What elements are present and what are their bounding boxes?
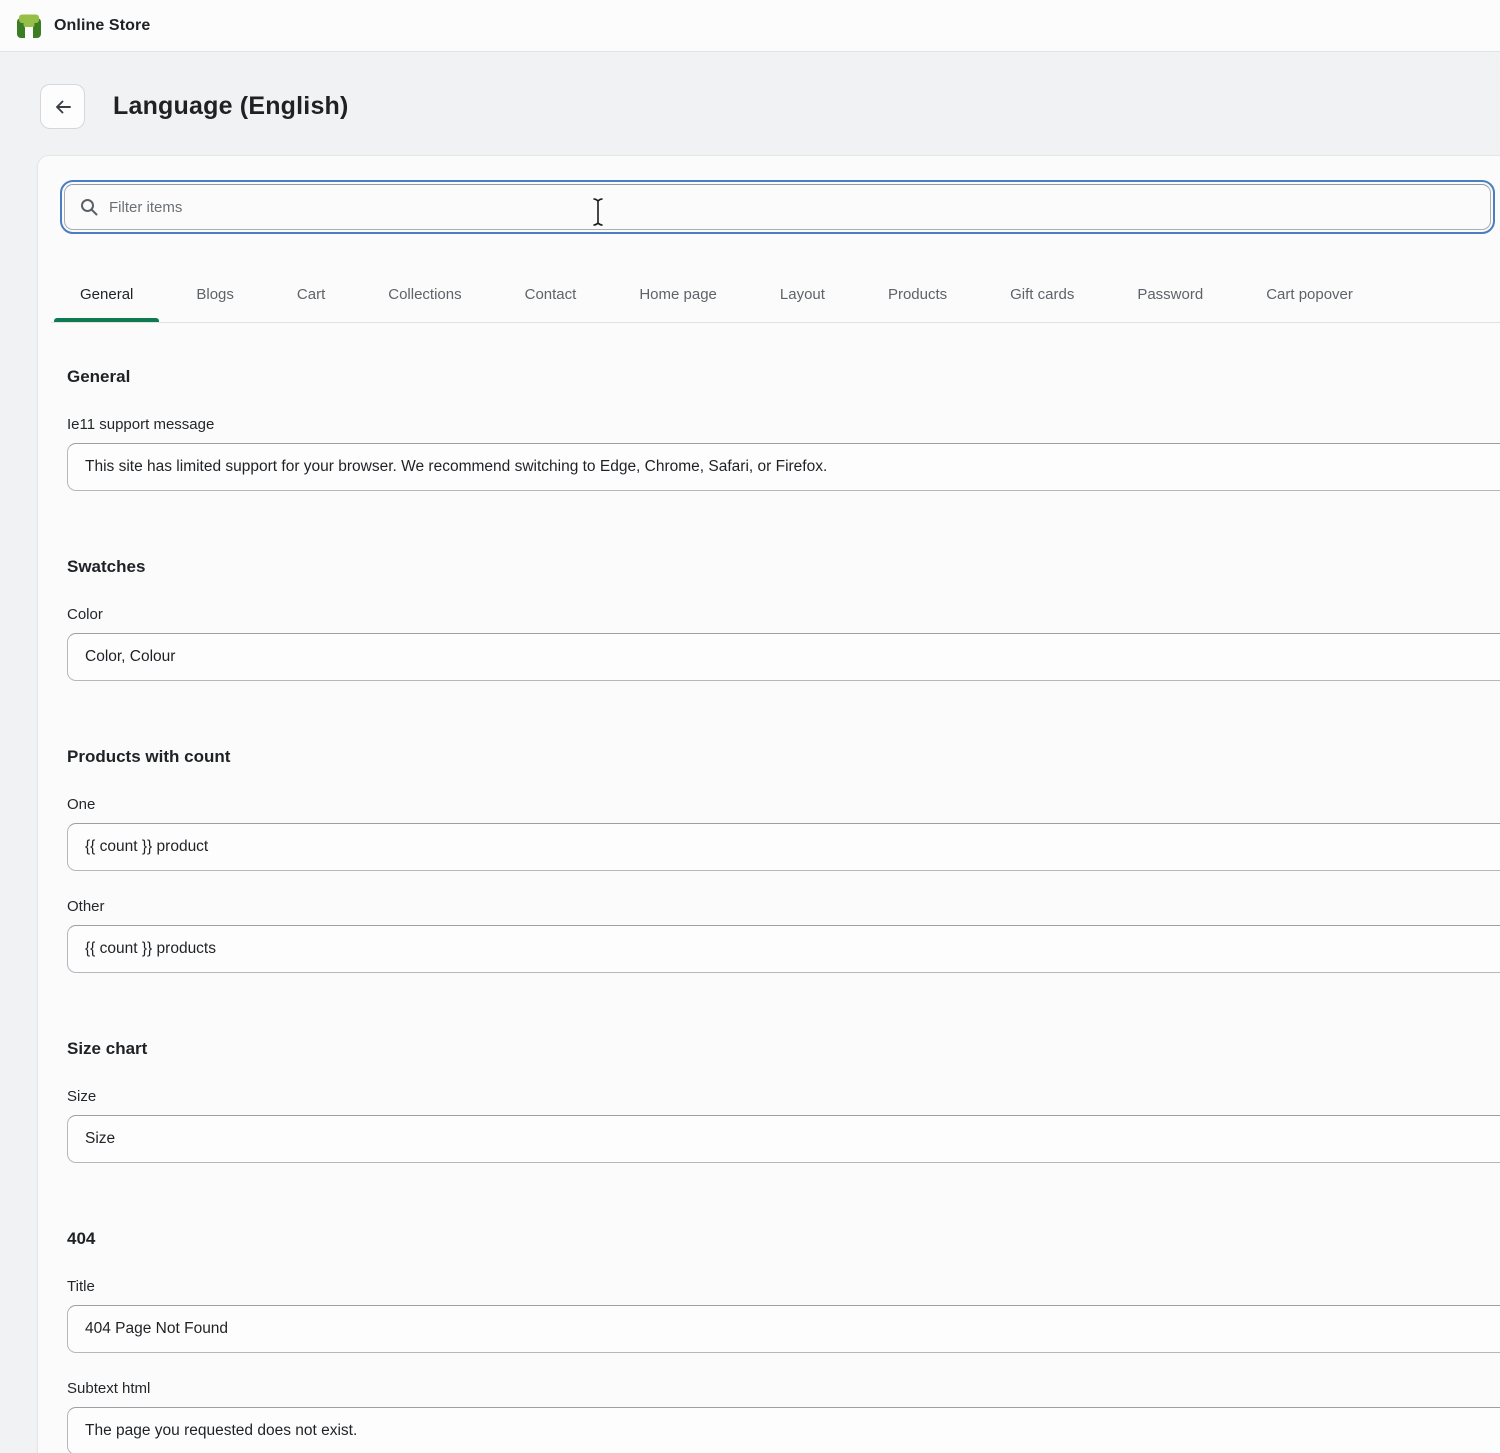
filter-field[interactable] — [64, 184, 1491, 230]
tab-blogs[interactable]: Blogs — [167, 267, 263, 322]
field-one: One — [67, 795, 1500, 871]
topbar: Online Store — [0, 0, 1500, 52]
tab-bar: General Blogs Cart Collections Contact H… — [51, 267, 1500, 323]
arrow-left-icon — [52, 96, 74, 118]
filter-input[interactable] — [109, 185, 1490, 229]
field-label: Ie11 support message — [67, 415, 1500, 435]
page-title: Language (English) — [113, 92, 349, 121]
tab-layout[interactable]: Layout — [751, 267, 854, 322]
tab-gift-cards[interactable]: Gift cards — [981, 267, 1103, 322]
field-label: One — [67, 795, 1500, 815]
field-label: Size — [67, 1087, 1500, 1107]
page-header: Language (English) — [40, 84, 349, 129]
tab-cart-popover[interactable]: Cart popover — [1237, 267, 1382, 322]
field-404-title: Title — [67, 1277, 1500, 1353]
translations-card: General Blogs Cart Collections Contact H… — [37, 155, 1500, 1453]
field-ie11-support-message: Ie11 support message — [67, 415, 1500, 491]
products-count-one-input[interactable] — [67, 823, 1500, 871]
tab-cart[interactable]: Cart — [268, 267, 354, 322]
section-heading: Swatches — [67, 555, 1500, 579]
section-size-chart: Size chart Size — [67, 1037, 1500, 1163]
section-404: 404 Title Subtext html — [67, 1227, 1500, 1453]
field-other: Other — [67, 897, 1500, 973]
tab-collections[interactable]: Collections — [359, 267, 490, 322]
ie11-support-message-input[interactable] — [67, 443, 1500, 491]
tab-general[interactable]: General — [51, 267, 162, 322]
back-button[interactable] — [40, 84, 85, 129]
section-general: General Ie11 support message — [67, 365, 1500, 491]
field-label: Subtext html — [67, 1379, 1500, 1399]
tab-contact[interactable]: Contact — [496, 267, 606, 322]
app-title: Online Store — [54, 17, 150, 35]
online-store-icon — [14, 11, 44, 41]
section-heading: 404 — [67, 1227, 1500, 1251]
tab-password[interactable]: Password — [1108, 267, 1232, 322]
size-chart-size-input[interactable] — [67, 1115, 1500, 1163]
section-products-with-count: Products with count One Other — [67, 745, 1500, 973]
404-subtext-input[interactable] — [67, 1407, 1500, 1453]
field-size: Size — [67, 1087, 1500, 1163]
products-count-other-input[interactable] — [67, 925, 1500, 973]
field-404-subtext: Subtext html — [67, 1379, 1500, 1453]
search-icon — [79, 197, 99, 217]
section-heading: Products with count — [67, 745, 1500, 769]
swatches-color-input[interactable] — [67, 633, 1500, 681]
section-heading: General — [67, 365, 1500, 389]
field-label: Other — [67, 897, 1500, 917]
tab-home-page[interactable]: Home page — [610, 267, 746, 322]
tab-content: General Ie11 support message Swatches Co… — [38, 365, 1500, 1453]
tab-products[interactable]: Products — [859, 267, 976, 322]
404-title-input[interactable] — [67, 1305, 1500, 1353]
field-color: Color — [67, 605, 1500, 681]
field-label: Color — [67, 605, 1500, 625]
section-swatches: Swatches Color — [67, 555, 1500, 681]
section-heading: Size chart — [67, 1037, 1500, 1061]
field-label: Title — [67, 1277, 1500, 1297]
